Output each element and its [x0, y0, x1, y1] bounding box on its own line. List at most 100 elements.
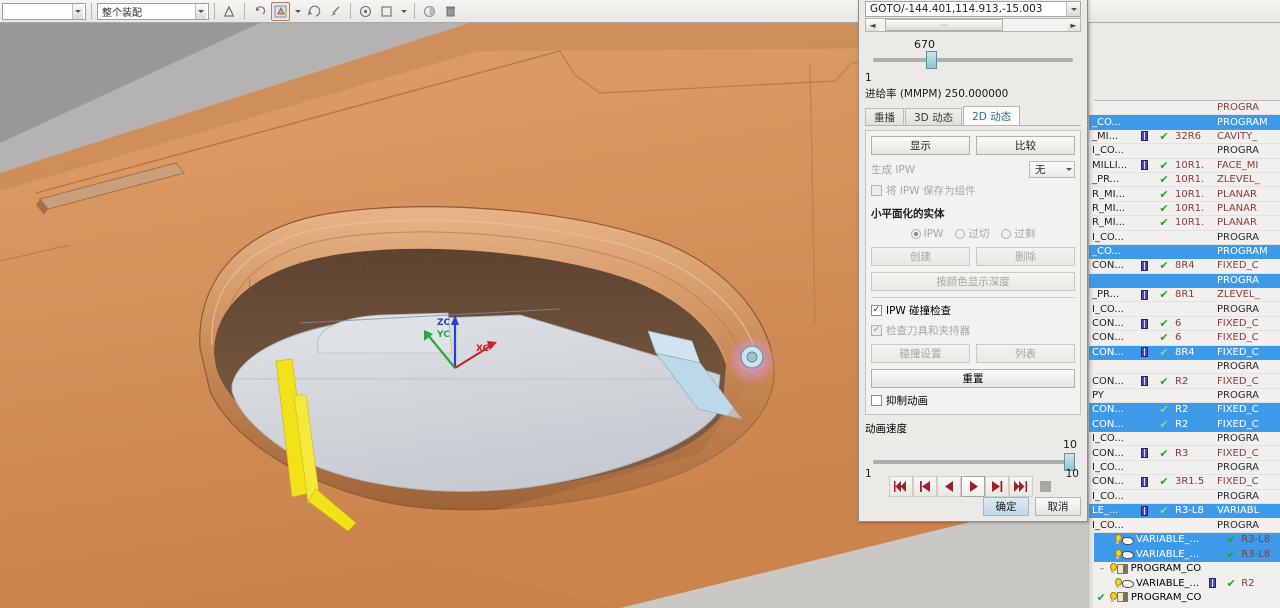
center-point-icon[interactable] [356, 2, 375, 21]
table-row[interactable]: I_CO... PROGRA [1089, 231, 1280, 245]
rotate-icon[interactable] [305, 2, 324, 21]
position-slider-track[interactable] [873, 58, 1073, 62]
table-row[interactable]: CON... ✔ 3R1.5 FIXED_C [1089, 475, 1280, 490]
skip-to-start-icon[interactable] [889, 476, 913, 497]
table-row[interactable]: _MI... ✔ 32R6 CAVITY_ [1089, 130, 1280, 145]
table-row[interactable]: R_MI... ✔ 10R1. PLANAR [1089, 187, 1280, 202]
position-slider-thumb[interactable] [925, 51, 937, 69]
cut-section-icon[interactable] [220, 2, 239, 21]
table-row[interactable]: _CO... PROGRAM [1089, 244, 1280, 260]
ipw-collision-checkbox[interactable]: ✓ IPW 碰撞检查 [871, 303, 951, 318]
box-icon[interactable] [377, 2, 396, 21]
table-row[interactable]: CON... ✔ R3 FIXED_C [1089, 446, 1280, 461]
table-row[interactable]: I_CO... PROGRA [1089, 302, 1280, 317]
table-row[interactable]: I_CO... PROGRA [1089, 490, 1280, 504]
compare-button[interactable]: 比较 [976, 136, 1075, 155]
table-row[interactable]: _PR... ✔ 8R1 ZLEVEL_ [1089, 288, 1280, 303]
step-back-icon[interactable] [913, 476, 937, 497]
operation-list[interactable]: PROGRA _CO... PROGRAM _MI... ✔ 32R6 CAVITY_ I_C… [1089, 101, 1280, 533]
chevron-down-icon[interactable] [195, 3, 206, 19]
gcode-display[interactable]: GOTO/-144.401,114.913,-15.003 [865, 1, 1081, 17]
checkbox-box[interactable]: ✓ [871, 325, 882, 336]
assembly-scope-combo[interactable]: 整个装配 [97, 2, 209, 20]
table-row[interactable]: PROGRA [1089, 101, 1280, 116]
table-row[interactable]: CON... ✔ R2 FIXED_C [1089, 374, 1280, 389]
scroll-left-icon[interactable]: ◄ [866, 19, 879, 31]
tab-3[interactable]: 2D 动态 [963, 106, 1021, 125]
half-shade-icon[interactable] [420, 2, 439, 21]
tab-2[interactable]: 3D 动态 [905, 108, 963, 125]
table-row[interactable]: PY PROGRA [1089, 389, 1280, 404]
table-row[interactable]: CON... ✔ 6 FIXED_C [1089, 331, 1280, 346]
tree-row[interactable]: VARIABLE_...✔R3-L8VARIABL [1089, 547, 1280, 562]
undo-icon[interactable] [250, 2, 269, 21]
list-button[interactable]: 列表 [976, 344, 1075, 363]
chevron-down-icon[interactable] [398, 2, 409, 21]
lightbulb-icon[interactable] [1113, 577, 1122, 589]
check-holder-checkbox[interactable]: ✓ 检查刀具和夹持器 [871, 323, 970, 338]
delete-button[interactable]: 删除 [976, 247, 1075, 266]
tree-row[interactable]: VARIABLE_...✔R3-L8VARIABL [1089, 532, 1280, 548]
table-row[interactable]: I_CO... PROGRA [1089, 144, 1280, 159]
radio-IPW[interactable]: IPW [910, 226, 943, 241]
scroll-right-icon[interactable]: ► [1067, 19, 1080, 31]
visualize-tabs[interactable]: 重播 3D 动态 2D 动态 [865, 106, 1081, 126]
delete-icon[interactable] [441, 2, 460, 21]
operation-navigator-panel[interactable]: PROGRA _CO... PROGRAM _MI... ✔ 32R6 CAVITY_ I_C… [1088, 23, 1280, 608]
position-slider-group[interactable]: 670 [865, 38, 1081, 72]
radio-button[interactable] [955, 228, 966, 239]
facet-type-radios[interactable]: IPW 过切 过剩 [871, 226, 1075, 241]
radio-button[interactable] [910, 228, 921, 239]
lightbulb-icon[interactable] [1113, 534, 1122, 545]
table-row[interactable]: LE_... ✔ R3-L8 VARIABL [1089, 503, 1280, 519]
table-row[interactable]: CON... ✔ 8R4 FIXED_C [1089, 345, 1280, 361]
create-button[interactable]: 创建 [871, 247, 970, 266]
suppress-animation-checkbox[interactable]: 抑制动画 [871, 393, 928, 408]
color-depth-button[interactable]: 按颜色显示深度 [871, 272, 1075, 291]
lightbulb-icon[interactable] [1108, 591, 1117, 603]
step-forward-icon[interactable] [985, 476, 1009, 497]
expander-icon[interactable]: – [1097, 564, 1108, 574]
table-row[interactable]: _PR... ✔ 10R1. ZLEVEL_ [1089, 173, 1280, 188]
operation-tree[interactable]: VARIABLE_...✔R3-L8VARIABLVARIABLE_...✔R3… [1089, 532, 1280, 605]
collision-settings-button[interactable]: 碰撞设置 [871, 344, 970, 363]
table-row[interactable]: I_CO... PROGRA [1089, 518, 1280, 533]
gcode-horizontal-scrollbar[interactable]: ◄ ··· ► [865, 18, 1081, 32]
radio-过切[interactable]: 过切 [955, 226, 989, 241]
chevron-down-icon[interactable] [1066, 168, 1072, 171]
lightbulb-icon[interactable] [1108, 563, 1117, 574]
generate-ipw-combo[interactable]: 无 [1029, 161, 1075, 178]
stop-icon[interactable] [1033, 476, 1057, 497]
animation-speed-track[interactable] [873, 460, 1073, 464]
animation-speed-group[interactable]: 10 1 10 [865, 438, 1081, 480]
ok-button[interactable]: 确定 [983, 497, 1029, 516]
play-reverse-icon[interactable] [937, 476, 961, 497]
playback-controls[interactable] [865, 476, 1081, 497]
checkbox-box[interactable]: ✓ [871, 305, 882, 316]
skip-to-end-icon[interactable] [1009, 476, 1033, 497]
display-button[interactable]: 显示 [871, 136, 970, 155]
table-row[interactable]: R_MI... ✔ 10R1. PLANAR [1089, 202, 1280, 217]
chevron-down-icon[interactable] [292, 2, 303, 21]
table-row[interactable]: CON... ✔ R2 FIXED_C [1089, 403, 1280, 418]
view-style-combo[interactable] [2, 2, 86, 20]
scroll-thumb[interactable]: ··· [885, 19, 1003, 31]
table-row[interactable]: I_CO... PROGRA [1089, 461, 1280, 476]
tab-1[interactable]: 重播 [865, 108, 904, 125]
tree-row[interactable]: VARIABLE_...✔R2VARIABL [1089, 576, 1280, 590]
pan-icon[interactable] [326, 2, 345, 21]
table-row[interactable]: PROGRA [1089, 273, 1280, 289]
radio-过剩[interactable]: 过剩 [1001, 226, 1035, 241]
highlight-face-icon[interactable] [271, 1, 290, 21]
chevron-down-icon[interactable] [72, 3, 83, 19]
radio-button[interactable] [1001, 228, 1012, 239]
reset-button[interactable]: 重置 [871, 369, 1075, 388]
chevron-down-icon[interactable] [1066, 2, 1080, 16]
table-row[interactable]: PROGRA [1089, 360, 1280, 375]
table-row[interactable]: CON... ✔ R2 FIXED_C [1089, 417, 1280, 432]
tool-path-visualize-dialog[interactable]: GOTO/-144.401,114.913,-15.003 ◄ ··· ► 67… [858, 0, 1088, 522]
checkbox-box[interactable] [871, 395, 882, 406]
tree-row[interactable]: ✔PROGRAM_CO...PROGRA [1089, 590, 1280, 604]
cancel-button[interactable]: 取消 [1035, 497, 1081, 516]
tree-row[interactable]: –PROGRAM_CO...PROGRA [1089, 562, 1280, 576]
